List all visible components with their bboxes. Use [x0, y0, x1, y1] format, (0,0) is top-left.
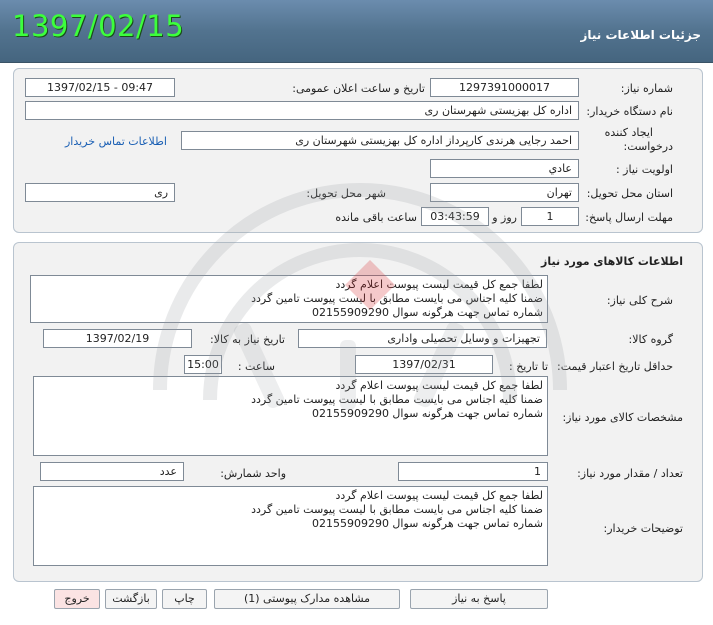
requester-label-1: ایجاد کننده: [604, 126, 653, 139]
announce-field: 1397/02/15 - 09:47: [25, 78, 175, 97]
general-desc-label: شرح کلی نیاز:: [606, 294, 673, 307]
general-desc-line: لطفا جمع کل قیمت لیست پیوست اعلام گردد: [335, 278, 543, 291]
time-label: ساعت :: [237, 360, 275, 373]
attachments-button[interactable]: مشاهده مدارک پیوستی (1): [214, 589, 400, 609]
city-field: ری: [25, 183, 175, 202]
requester-field: احمد رجایی هرندی کارپرداز اداره کل بهزیس…: [181, 131, 579, 150]
unit-label: واحد شمارش:: [220, 467, 286, 480]
goods-group-field: تجهیزات و وسایل تحصیلی واداری: [298, 329, 547, 348]
province-label: استان محل تحویل:: [586, 187, 673, 200]
reply-button[interactable]: پاسخ به نیاز: [410, 589, 548, 609]
page-header: 1397/02/15 جزئیات اطلاعات نیاز: [0, 0, 713, 63]
specs-line: لطفا جمع کل قیمت لیست پیوست اعلام گردد: [335, 379, 543, 392]
buyer-notes-text: لطفا جمع کل قیمت لیست پیوست اعلام گردد ض…: [33, 486, 548, 566]
deadline-days-field: 1: [521, 207, 579, 226]
goods-group-label: گروه کالا:: [628, 333, 673, 346]
priority-label: اولویت نیاز :: [615, 163, 673, 176]
buyer-notes-label: توضیحات خریدار:: [603, 522, 684, 535]
city-label: شهر محل تحویل:: [306, 187, 386, 200]
unit-field: عدد: [40, 462, 184, 481]
exit-button[interactable]: خروج: [54, 589, 100, 609]
priority-field: عادي: [430, 159, 579, 178]
buyer-notes-line: لطفا جمع کل قیمت لیست پیوست اعلام گردد: [335, 489, 543, 502]
until-date-field: 1397/02/31: [355, 355, 493, 374]
buyer-org-field: اداره کل بهزیستی شهرستان ری: [25, 101, 579, 120]
specs-line: شماره تماس جهت هرگونه سوال 02155909290: [311, 407, 543, 420]
need-date-field: 1397/02/19: [43, 329, 192, 348]
general-desc-line: ضمنا کلیه اجناس می بایست مطابق با لیست پ…: [251, 292, 543, 305]
time-field: 15:00: [184, 355, 222, 374]
buyer-notes-line: ضمنا کلیه اجناس می بایست مطابق با لیست پ…: [251, 503, 543, 516]
buyer-contact-link[interactable]: اطلاعات تماس خریدار: [65, 135, 167, 148]
requester-label-2: درخواست:: [623, 140, 673, 153]
remaining-word: ساعت باقی مانده: [335, 211, 417, 224]
general-desc-line: شماره تماس جهت هرگونه سوال 02155909290: [311, 306, 543, 319]
print-button[interactable]: چاپ: [162, 589, 207, 609]
back-button[interactable]: بازگشت: [105, 589, 157, 609]
min-price-label: حداقل تاریخ اعتبار قیمت:: [557, 360, 673, 373]
specs-label: مشخصات کالای مورد نیاز:: [562, 411, 683, 424]
header-date: 1397/02/15: [12, 9, 185, 43]
buyer-org-label: نام دستگاه خریدار:: [586, 105, 673, 118]
deadline-time-field: 03:43:59: [421, 207, 489, 226]
deadline-label: مهلت ارسال پاسخ:: [585, 211, 673, 224]
need-date-label: تاریخ نیاز به کالا:: [210, 333, 285, 346]
days-word: روز و: [492, 211, 517, 224]
qty-field: 1: [398, 462, 548, 481]
need-number-label: شماره نیاز:: [620, 82, 673, 95]
specs-line: ضمنا کلیه اجناس می بایست مطابق با لیست پ…: [251, 393, 543, 406]
general-desc-text: لطفا جمع کل قیمت لیست پیوست اعلام گردد ض…: [30, 275, 548, 323]
need-number-field: 1297391000017: [430, 78, 579, 97]
buyer-notes-line: شماره تماس جهت هرگونه سوال 02155909290: [311, 517, 543, 530]
specs-text: لطفا جمع کل قیمت لیست پیوست اعلام گردد ض…: [33, 376, 548, 456]
until-date-label: تا تاریخ :: [509, 360, 548, 373]
province-field: تهران: [430, 183, 579, 202]
goods-section-title: اطلاعات کالاهای مورد نیاز: [541, 255, 683, 268]
qty-label: تعداد / مقدار مورد نیاز:: [577, 467, 683, 480]
announce-label: تاریخ و ساعت اعلان عمومی:: [292, 82, 425, 95]
page-title: جزئیات اطلاعات نیاز: [580, 28, 701, 42]
